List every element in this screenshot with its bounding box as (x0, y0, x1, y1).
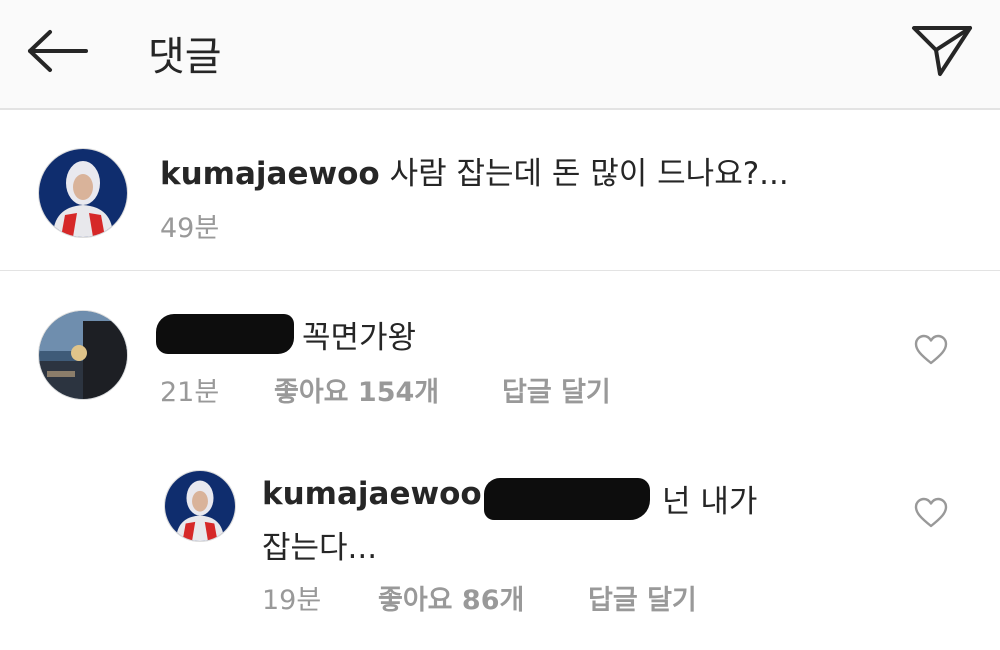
comment-text: 꼭면가왕 (302, 320, 417, 356)
send-icon (912, 26, 972, 76)
avatar[interactable] (38, 148, 128, 238)
avatar-image (39, 311, 127, 399)
header-bar: 댓글 (0, 0, 1000, 110)
reply-text-line1: 넌 내가 (662, 484, 758, 520)
caption-username[interactable]: kumajaewoo (160, 156, 380, 192)
reply-reply-button[interactable]: 답글 달기 (588, 578, 697, 617)
comment-time: 21분 (160, 377, 220, 408)
redacted-mention (484, 478, 650, 520)
comment-reply-button[interactable]: 답글 달기 (502, 370, 611, 409)
divider (0, 270, 1000, 271)
comment-likes[interactable]: 좋아요 154개 (274, 370, 439, 409)
page-title: 댓글 (148, 34, 222, 80)
back-arrow-icon (28, 30, 88, 72)
avatar[interactable] (164, 470, 236, 542)
reply-text-line2: 잡는다... (262, 530, 378, 566)
heart-outline-icon (914, 334, 948, 365)
caption-text: 사람 잡는데 돈 많이 드나요?... (389, 156, 789, 192)
avatar-image (39, 149, 127, 237)
heart-outline-icon (914, 497, 948, 528)
back-button[interactable] (26, 28, 90, 74)
caption-time: 49분 (160, 213, 220, 244)
redacted-username (156, 314, 294, 354)
reply-time: 19분 (262, 585, 322, 616)
avatar[interactable] (38, 310, 128, 400)
reply-like-button[interactable] (914, 497, 948, 529)
share-button[interactable] (910, 22, 974, 80)
caption-line: kumajaewoo 사람 잡는데 돈 많이 드나요?... (160, 148, 789, 193)
reply-likes[interactable]: 좋아요 86개 (378, 578, 524, 617)
reply-username: kumajaewoo (262, 476, 482, 512)
avatar-image (165, 471, 235, 541)
reply-username-link[interactable]: kumajaewoo (262, 476, 482, 512)
comment-like-button[interactable] (914, 334, 948, 366)
